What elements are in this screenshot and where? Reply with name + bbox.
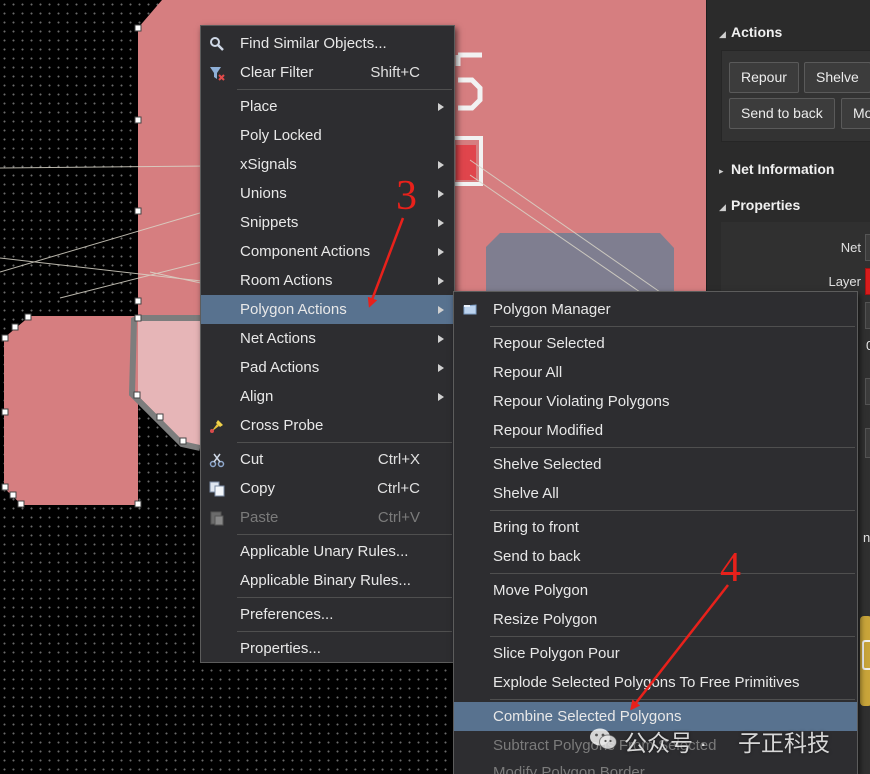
annotation-arrow-4 xyxy=(630,584,729,711)
wechat-logo-icon xyxy=(590,728,617,750)
annotation-step-4: 4 xyxy=(720,545,741,591)
watermark-text-prefix: 公众号 · xyxy=(624,730,708,756)
annotation-layer xyxy=(367,217,729,711)
annotation-step-3: 3 xyxy=(396,173,417,219)
watermark-text-brand: 子正科技 xyxy=(738,730,830,756)
annotation-arrow-3 xyxy=(367,217,405,308)
